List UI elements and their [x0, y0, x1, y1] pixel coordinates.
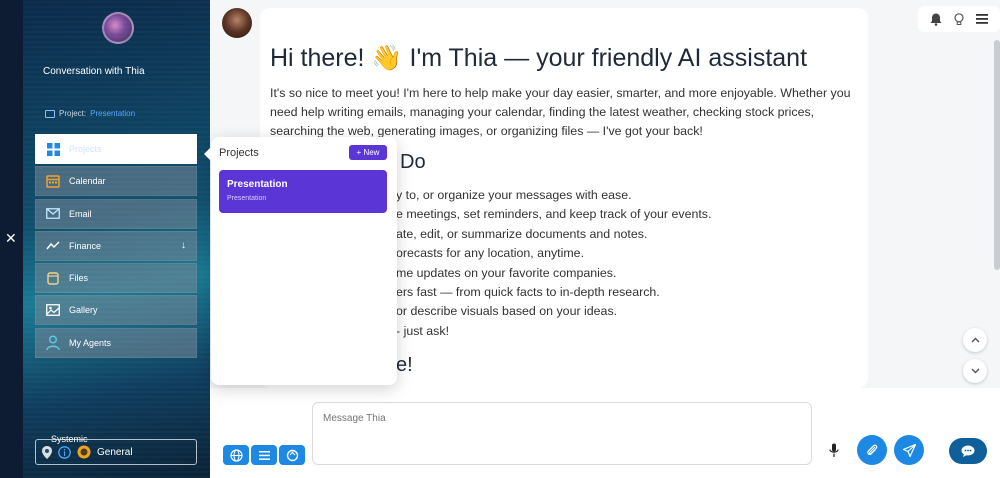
message-heading: Hi there! 👋 I'm Thia — your friendly AI … [270, 44, 808, 72]
list-item: ate, edit, or summarize documents and no… [396, 226, 648, 241]
list-icon [258, 450, 270, 460]
microphone-button[interactable] [826, 441, 842, 459]
top-toolbar [918, 6, 1000, 32]
message-input[interactable] [323, 413, 793, 424]
location-pin-icon [42, 445, 52, 459]
send-icon [902, 443, 916, 457]
sidebar-item-my-agents[interactable]: My Agents [35, 327, 197, 358]
closing-heading: e! [396, 354, 413, 376]
sidebar-item-calendar[interactable]: Calendar [35, 166, 197, 197]
folder-icon [45, 109, 55, 118]
new-project-button[interactable]: + New [349, 145, 387, 160]
mail-icon [46, 207, 60, 221]
project-item[interactable]: Presentation Presentation [219, 170, 387, 213]
microphone-icon [829, 443, 839, 457]
globe-icon [77, 445, 91, 459]
composer-area [210, 388, 1000, 478]
sidebar-item-files[interactable]: Files [35, 263, 197, 294]
close-sidebar-icon[interactable]: ✕ [5, 231, 17, 245]
globe-icon [229, 448, 243, 462]
message-box[interactable] [312, 402, 812, 465]
paperclip-icon [867, 444, 878, 456]
scroll-down-button[interactable] [963, 359, 987, 383]
calendar-icon [46, 174, 60, 189]
file-icon [46, 271, 60, 285]
message-intro: It's so nice to meet you! I'm here to he… [270, 86, 851, 138]
refresh-button[interactable] [279, 445, 305, 465]
chat-bubble-button[interactable] [949, 438, 987, 464]
send-button[interactable] [894, 435, 924, 465]
projects-popover: Projects + New Presentation Presentation [204, 137, 397, 385]
sidebar-item-label: Gallery [69, 305, 98, 316]
sidebar-item-finance[interactable]: Finance ↓ [35, 230, 197, 261]
sidebar: Conversation with Thia Project: Presenta… [23, 0, 210, 478]
assistant-chat-avatar [222, 8, 252, 38]
chevron-down-icon[interactable]: ↓ [181, 240, 186, 251]
list-item: orecasts for any location, anytime. [396, 246, 585, 261]
person-icon [46, 335, 60, 350]
list-item: me updates on your favorite companies. [396, 265, 617, 280]
image-icon [46, 303, 60, 317]
assistant-avatar [102, 12, 134, 44]
list-item: - just ask! [396, 323, 450, 338]
grid-icon [46, 142, 60, 156]
sidebar-item-label: Finance [69, 240, 102, 251]
menu-icon[interactable] [976, 14, 988, 24]
bell-icon[interactable] [930, 13, 942, 26]
project-item-name: Presentation [227, 179, 288, 190]
sidebar-item-email[interactable]: Email [35, 198, 197, 229]
project-item-subtitle: Presentation [227, 195, 267, 202]
section-heading: Do [400, 151, 426, 173]
sidebar-item-label: Projects [69, 144, 102, 154]
info-icon [58, 445, 71, 459]
capabilities-list: y to, or organize your messages with eas… [396, 186, 711, 341]
list-item: ers fast — from quick facts to in-depth … [396, 285, 660, 300]
current-project[interactable]: Project: Presentation [45, 109, 135, 118]
scroll-up-button[interactable] [963, 328, 987, 352]
chevron-up-icon [971, 337, 979, 343]
popover-title: Projects [219, 147, 259, 159]
web-search-button[interactable] [223, 445, 249, 465]
project-name: Presentation [90, 109, 136, 118]
lightbulb-icon[interactable] [954, 12, 964, 26]
sidebar-item-projects[interactable]: Projects [35, 134, 197, 164]
list-item: e meetings, set reminders, and keep trac… [396, 207, 712, 222]
chevron-down-icon [971, 368, 979, 374]
chart-icon [46, 239, 60, 253]
sidebar-item-label: Files [69, 273, 89, 284]
sidebar-nav: Projects Calendar Email Finance ↓ Files … [35, 134, 197, 360]
list-item: or describe visuals based on your ideas. [396, 304, 618, 319]
sidebar-item-label: Calendar [69, 176, 106, 187]
sidebar-item-gallery[interactable]: Gallery [35, 295, 197, 326]
sidebar-item-label: My Agents [69, 337, 112, 348]
project-prefix: Project: [59, 109, 87, 118]
sidebar-item-label: Email [69, 208, 92, 219]
chat-bubble-icon [961, 445, 975, 457]
systemic-value: General [97, 446, 133, 458]
list-item: y to, or organize your messages with eas… [396, 188, 632, 202]
scrollbar[interactable] [994, 40, 1000, 270]
conversation-title: Conversation with Thia [43, 66, 145, 77]
refresh-icon [286, 449, 298, 461]
list-button[interactable] [251, 445, 277, 465]
systemic-label: Systemic [51, 434, 88, 444]
attach-button[interactable] [857, 435, 887, 465]
